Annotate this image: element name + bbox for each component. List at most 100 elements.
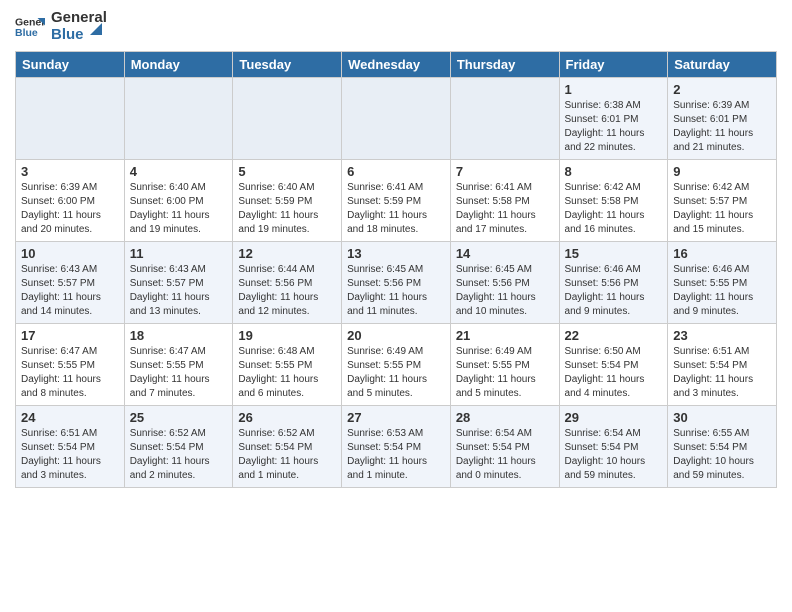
day-number: 3 [21,164,119,179]
calendar-day-cell: 22 Sunrise: 6:50 AM Sunset: 5:54 PM Dayli… [559,324,668,406]
day-number: 10 [21,246,119,261]
day-number: 26 [238,410,336,425]
day-number: 17 [21,328,119,343]
day-number: 13 [347,246,445,261]
calendar-empty-cell [16,78,125,160]
logo-icon: General Blue [15,12,45,42]
day-info: Sunrise: 6:47 AM Sunset: 5:55 PM Dayligh… [130,345,228,401]
calendar-day-cell: 23 Sunrise: 6:51 AM Sunset: 5:54 PM Dayli… [668,324,777,406]
weekday-header-thursday: Thursday [450,52,559,78]
calendar-empty-cell [342,78,451,160]
day-number: 12 [238,246,336,261]
calendar-day-cell: 7 Sunrise: 6:41 AM Sunset: 5:58 PM Daylig… [450,160,559,242]
day-number: 29 [565,410,663,425]
calendar-day-cell: 15 Sunrise: 6:46 AM Sunset: 5:56 PM Dayli… [559,242,668,324]
day-number: 6 [347,164,445,179]
page-header: General Blue General Blue [15,10,777,43]
calendar-day-cell: 11 Sunrise: 6:43 AM Sunset: 5:57 PM Dayli… [124,242,233,324]
svg-text:Blue: Blue [15,27,38,39]
day-number: 9 [673,164,771,179]
day-info: Sunrise: 6:43 AM Sunset: 5:57 PM Dayligh… [130,263,228,319]
calendar-day-cell: 13 Sunrise: 6:45 AM Sunset: 5:56 PM Dayli… [342,242,451,324]
calendar-week-row: 1 Sunrise: 6:38 AM Sunset: 6:01 PM Daylig… [16,78,777,160]
day-number: 2 [673,82,771,97]
day-number: 23 [673,328,771,343]
weekday-header-monday: Monday [124,52,233,78]
day-number: 20 [347,328,445,343]
calendar-week-row: 17 Sunrise: 6:47 AM Sunset: 5:55 PM Dayli… [16,324,777,406]
day-number: 8 [565,164,663,179]
calendar-day-cell: 4 Sunrise: 6:40 AM Sunset: 6:00 PM Daylig… [124,160,233,242]
calendar-day-cell: 9Sunrise: 6:42 AM Sunset: 5:57 PM Daylig… [668,160,777,242]
day-info: Sunrise: 6:40 AM Sunset: 6:00 PM Dayligh… [130,181,228,237]
day-number: 14 [456,246,554,261]
weekday-header-sunday: Sunday [16,52,125,78]
day-number: 25 [130,410,228,425]
day-info: Sunrise: 6:41 AM Sunset: 5:59 PM Dayligh… [347,181,445,237]
day-info: Sunrise: 6:40 AM Sunset: 5:59 PM Dayligh… [238,181,336,237]
day-info: Sunrise: 6:51 AM Sunset: 5:54 PM Dayligh… [673,345,771,401]
calendar-table: SundayMondayTuesdayWednesdayThursdayFrid… [15,51,777,488]
day-info: Sunrise: 6:39 AM Sunset: 6:01 PM Dayligh… [673,99,771,155]
day-info: Sunrise: 6:46 AM Sunset: 5:55 PM Dayligh… [673,263,771,319]
page-container: General Blue General Blue SundayMondayTu… [0,0,792,498]
day-info: Sunrise: 6:55 AM Sunset: 5:54 PM Dayligh… [673,427,771,483]
day-number: 11 [130,246,228,261]
day-number: 18 [130,328,228,343]
calendar-day-cell: 21Sunrise: 6:49 AM Sunset: 5:55 PM Dayli… [450,324,559,406]
calendar-day-cell: 25Sunrise: 6:52 AM Sunset: 5:54 PM Dayli… [124,406,233,488]
calendar-day-cell: 3Sunrise: 6:39 AM Sunset: 6:00 PM Daylig… [16,160,125,242]
day-info: Sunrise: 6:45 AM Sunset: 5:56 PM Dayligh… [456,263,554,319]
day-info: Sunrise: 6:45 AM Sunset: 5:56 PM Dayligh… [347,263,445,319]
calendar-week-row: 24Sunrise: 6:51 AM Sunset: 5:54 PM Dayli… [16,406,777,488]
day-info: Sunrise: 6:54 AM Sunset: 5:54 PM Dayligh… [565,427,663,483]
calendar-day-cell: 6 Sunrise: 6:41 AM Sunset: 5:59 PM Daylig… [342,160,451,242]
day-number: 22 [565,328,663,343]
weekday-header-friday: Friday [559,52,668,78]
calendar-day-cell: 26 Sunrise: 6:52 AM Sunset: 5:54 PM Dayli… [233,406,342,488]
calendar-day-cell: 16 Sunrise: 6:46 AM Sunset: 5:55 PM Dayli… [668,242,777,324]
day-info: Sunrise: 6:52 AM Sunset: 5:54 PM Dayligh… [238,427,336,483]
calendar-day-cell: 14 Sunrise: 6:45 AM Sunset: 5:56 PM Dayli… [450,242,559,324]
logo-blue: Blue [51,26,84,43]
day-info: Sunrise: 6:42 AM Sunset: 5:58 PM Dayligh… [565,181,663,237]
calendar-day-cell: 12 Sunrise: 6:44 AM Sunset: 5:56 PM Dayli… [233,242,342,324]
calendar-day-cell: 27Sunrise: 6:53 AM Sunset: 5:54 PM Dayli… [342,406,451,488]
day-info: Sunrise: 6:50 AM Sunset: 5:54 PM Dayligh… [565,345,663,401]
day-number: 7 [456,164,554,179]
day-number: 1 [565,82,663,97]
day-info: Sunrise: 6:47 AM Sunset: 5:55 PM Dayligh… [21,345,119,401]
weekday-header-tuesday: Tuesday [233,52,342,78]
day-number: 15 [565,246,663,261]
day-info: Sunrise: 6:49 AM Sunset: 5:55 PM Dayligh… [456,345,554,401]
calendar-day-cell: 20 Sunrise: 6:49 AM Sunset: 5:55 PM Dayli… [342,324,451,406]
weekday-header-row: SundayMondayTuesdayWednesdayThursdayFrid… [16,52,777,78]
calendar-day-cell: 24Sunrise: 6:51 AM Sunset: 5:54 PM Dayli… [16,406,125,488]
calendar-empty-cell [233,78,342,160]
calendar-empty-cell [450,78,559,160]
day-number: 24 [21,410,119,425]
calendar-day-cell: 1 Sunrise: 6:38 AM Sunset: 6:01 PM Daylig… [559,78,668,160]
day-info: Sunrise: 6:43 AM Sunset: 5:57 PM Dayligh… [21,263,119,319]
calendar-week-row: 3Sunrise: 6:39 AM Sunset: 6:00 PM Daylig… [16,160,777,242]
calendar-day-cell: 19Sunrise: 6:48 AM Sunset: 5:55 PM Dayli… [233,324,342,406]
day-number: 30 [673,410,771,425]
calendar-day-cell: 29 Sunrise: 6:54 AM Sunset: 5:54 PM Dayli… [559,406,668,488]
day-info: Sunrise: 6:53 AM Sunset: 5:54 PM Dayligh… [347,427,445,483]
day-number: 4 [130,164,228,179]
day-number: 5 [238,164,336,179]
calendar-week-row: 10 Sunrise: 6:43 AM Sunset: 5:57 PM Dayli… [16,242,777,324]
calendar-day-cell: 10 Sunrise: 6:43 AM Sunset: 5:57 PM Dayli… [16,242,125,324]
day-number: 28 [456,410,554,425]
day-info: Sunrise: 6:46 AM Sunset: 5:56 PM Dayligh… [565,263,663,319]
day-number: 16 [673,246,771,261]
calendar-day-cell: 8 Sunrise: 6:42 AM Sunset: 5:58 PM Daylig… [559,160,668,242]
calendar-day-cell: 28Sunrise: 6:54 AM Sunset: 5:54 PM Dayli… [450,406,559,488]
logo: General Blue General Blue [15,10,107,43]
day-info: Sunrise: 6:41 AM Sunset: 5:58 PM Dayligh… [456,181,554,237]
calendar-day-cell: 5 Sunrise: 6:40 AM Sunset: 5:59 PM Daylig… [233,160,342,242]
day-info: Sunrise: 6:49 AM Sunset: 5:55 PM Dayligh… [347,345,445,401]
day-info: Sunrise: 6:44 AM Sunset: 5:56 PM Dayligh… [238,263,336,319]
day-info: Sunrise: 6:38 AM Sunset: 6:01 PM Dayligh… [565,99,663,155]
weekday-header-saturday: Saturday [668,52,777,78]
